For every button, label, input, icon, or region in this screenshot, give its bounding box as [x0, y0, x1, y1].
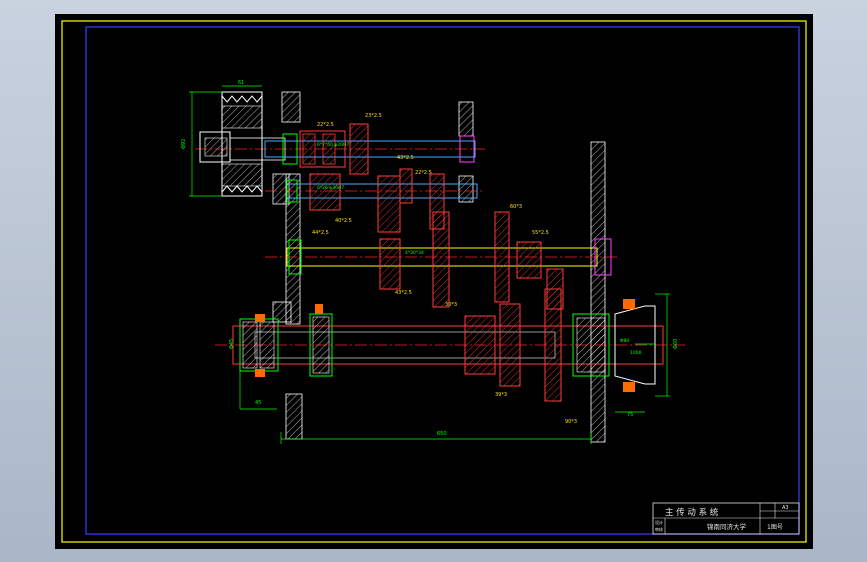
title-block-sheet-label: 1图号 [767, 524, 783, 531]
dim-gear-b2: 22*2.5 [415, 170, 432, 176]
title-block-label-check: 审核 [655, 526, 663, 532]
dim-shaft1-label: 6*7*50 φ20H7 [317, 142, 349, 148]
dim-spindle-dia: Φ60 [673, 339, 679, 349]
assembly-drawing: 61 Φ92 22*2.5 23*2.5 43*2.5 22*2.5 44*2.… [61, 20, 807, 543]
dim-pulley-width: 61 [238, 80, 244, 86]
dim-gear-c3: 60*3 [510, 204, 522, 210]
dim-gear-c1: 44*2.5 [312, 230, 329, 236]
title-block-title: 主 传 动 系 统 [665, 507, 719, 518]
dim-spindle-length: 650 [437, 431, 447, 437]
dim-pulley-height: Φ92 [181, 139, 187, 149]
dim-shaft3-label: 4*30*34 [405, 250, 424, 256]
dim-gear-d2: 30*3 [445, 302, 457, 308]
cad-viewport[interactable]: 61 Φ92 22*2.5 23*2.5 43*2.5 22*2.5 44*2.… [55, 14, 813, 549]
title-block-school: 锦南同济大学 [707, 522, 747, 531]
dim-front-dia: Φ80 [620, 338, 629, 344]
shaft-3 [286, 211, 612, 310]
title-block-sheet-size: A3 [782, 505, 789, 511]
dim-gear-b1: 43*2.5 [397, 155, 414, 161]
dim-gear-c2: 43*2.5 [395, 290, 412, 296]
dim-gear-d1: 40*2.5 [335, 218, 352, 224]
title-block-label-design: 设计 [655, 519, 663, 525]
dim-gear-c5: 55*2.5 [532, 230, 549, 236]
dim-left-dia: Φ45 [229, 339, 235, 349]
dim-left-small: 45 [255, 400, 261, 406]
dim-right-small: 75 [627, 412, 633, 418]
dim-shaft2-label: 6*26 φ30H7 [317, 185, 344, 191]
dim-gear-d3: 90*3 [565, 419, 577, 425]
dim-note-1000: 1000 [630, 350, 642, 356]
dim-gear-a1: 22*2.5 [317, 122, 334, 128]
dim-gear-c4: 39*3 [495, 392, 507, 398]
v-belt-pulley [199, 91, 286, 197]
title-block: 主 传 动 系 统 锦南同济大学 A3 1图号 设计 审核 [652, 502, 800, 535]
dim-gear-a2: 23*2.5 [365, 113, 382, 119]
